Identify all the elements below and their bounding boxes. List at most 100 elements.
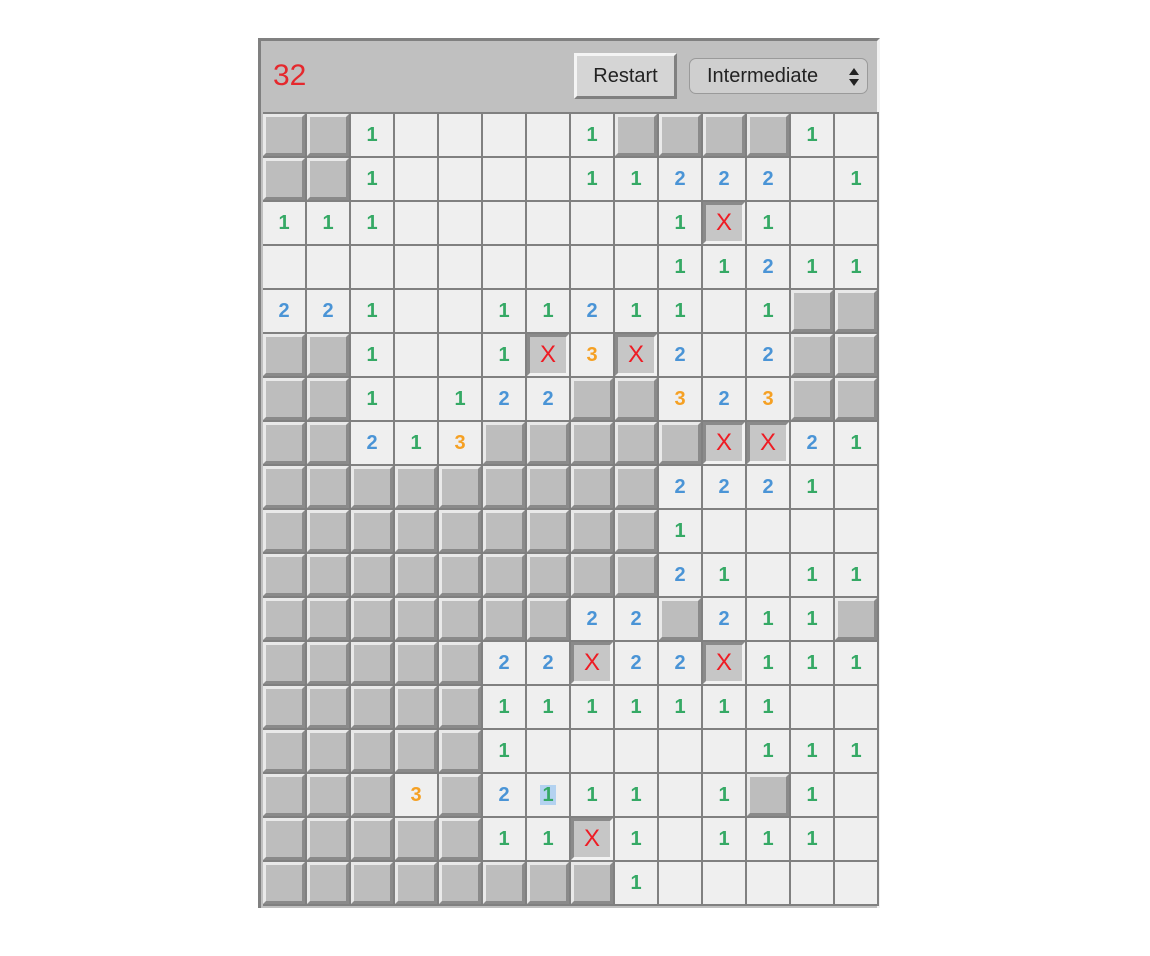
cell-number[interactable]: 1 bbox=[835, 246, 877, 288]
cell-hidden[interactable] bbox=[747, 114, 789, 156]
cell-number[interactable]: 1 bbox=[659, 202, 701, 244]
cell-hidden[interactable] bbox=[351, 774, 393, 816]
cell-hidden[interactable] bbox=[395, 598, 437, 640]
cell-empty[interactable] bbox=[439, 246, 481, 288]
cell-number[interactable]: 2 bbox=[791, 422, 833, 464]
cell-empty[interactable] bbox=[527, 730, 569, 772]
cell-hidden[interactable] bbox=[351, 598, 393, 640]
cell-hidden[interactable] bbox=[351, 554, 393, 596]
cell-number[interactable]: 2 bbox=[527, 378, 569, 420]
cell-hidden[interactable] bbox=[351, 730, 393, 772]
cell-number[interactable]: 2 bbox=[659, 334, 701, 376]
cell-hidden[interactable] bbox=[615, 422, 657, 464]
cell-number[interactable]: 2 bbox=[703, 466, 745, 508]
cell-hidden[interactable] bbox=[527, 598, 569, 640]
cell-hidden[interactable] bbox=[263, 378, 305, 420]
cell-empty[interactable] bbox=[703, 334, 745, 376]
cell-hidden[interactable] bbox=[395, 862, 437, 904]
cell-hidden[interactable] bbox=[615, 554, 657, 596]
cell-number[interactable]: 1 bbox=[615, 774, 657, 816]
cell-number[interactable]: 1 bbox=[351, 334, 393, 376]
cell-number[interactable]: 2 bbox=[351, 422, 393, 464]
cell-hidden[interactable] bbox=[659, 598, 701, 640]
cell-hidden[interactable] bbox=[439, 466, 481, 508]
level-select[interactable]: Intermediate bbox=[689, 58, 868, 94]
cell-number[interactable]: 1 bbox=[659, 510, 701, 552]
cell-empty[interactable] bbox=[483, 114, 525, 156]
cell-hidden[interactable] bbox=[395, 686, 437, 728]
cell-empty[interactable] bbox=[571, 730, 613, 772]
cell-flag[interactable]: X bbox=[571, 818, 613, 860]
cell-empty[interactable] bbox=[615, 730, 657, 772]
cell-number[interactable]: 1 bbox=[483, 818, 525, 860]
cell-empty[interactable] bbox=[791, 686, 833, 728]
cell-hidden[interactable] bbox=[439, 598, 481, 640]
cell-hidden[interactable] bbox=[791, 378, 833, 420]
cell-number[interactable]: 2 bbox=[307, 290, 349, 332]
cell-number[interactable]: 1 bbox=[747, 202, 789, 244]
cell-number[interactable]: 1 bbox=[571, 686, 613, 728]
cell-hidden[interactable] bbox=[263, 598, 305, 640]
cell-number[interactable]: 1 bbox=[791, 114, 833, 156]
cell-number[interactable]: 2 bbox=[703, 378, 745, 420]
cell-hidden[interactable] bbox=[439, 774, 481, 816]
cell-number[interactable]: 1 bbox=[351, 378, 393, 420]
cell-number[interactable]: 2 bbox=[483, 774, 525, 816]
cell-empty[interactable] bbox=[395, 246, 437, 288]
cell-empty[interactable] bbox=[791, 862, 833, 904]
cell-hidden[interactable] bbox=[439, 510, 481, 552]
cell-hidden[interactable] bbox=[263, 510, 305, 552]
cell-hidden[interactable] bbox=[615, 510, 657, 552]
cell-hidden[interactable] bbox=[439, 642, 481, 684]
cell-empty[interactable] bbox=[835, 466, 877, 508]
cell-empty[interactable] bbox=[703, 510, 745, 552]
cell-hidden[interactable] bbox=[351, 642, 393, 684]
cell-hidden[interactable] bbox=[835, 598, 877, 640]
cell-empty[interactable] bbox=[659, 730, 701, 772]
cell-number[interactable]: 1 bbox=[527, 686, 569, 728]
cell-empty[interactable] bbox=[835, 510, 877, 552]
cell-number[interactable]: 1 bbox=[659, 686, 701, 728]
cell-hidden[interactable] bbox=[307, 158, 349, 200]
cell-hidden[interactable] bbox=[307, 466, 349, 508]
cell-empty[interactable] bbox=[395, 158, 437, 200]
cell-number[interactable]: 1 bbox=[791, 554, 833, 596]
cell-number[interactable]: 1 bbox=[835, 642, 877, 684]
cell-empty[interactable] bbox=[483, 202, 525, 244]
cell-flag[interactable]: X bbox=[703, 642, 745, 684]
cell-hidden[interactable] bbox=[395, 642, 437, 684]
cell-hidden[interactable] bbox=[351, 862, 393, 904]
cell-hidden[interactable] bbox=[527, 554, 569, 596]
cell-hidden[interactable] bbox=[395, 554, 437, 596]
cell-hidden[interactable] bbox=[307, 642, 349, 684]
cell-hidden[interactable] bbox=[527, 510, 569, 552]
cell-empty[interactable] bbox=[835, 862, 877, 904]
cell-number[interactable]: 3 bbox=[747, 378, 789, 420]
cell-number[interactable]: 1 bbox=[527, 290, 569, 332]
cell-number[interactable]: 1 bbox=[439, 378, 481, 420]
cell-empty[interactable] bbox=[835, 202, 877, 244]
cell-number[interactable]: 1 bbox=[703, 554, 745, 596]
cell-flag[interactable]: X bbox=[703, 422, 745, 464]
cell-hidden[interactable] bbox=[351, 818, 393, 860]
cell-number[interactable]: 1 bbox=[483, 730, 525, 772]
cell-empty[interactable] bbox=[703, 862, 745, 904]
cell-number[interactable]: 1 bbox=[483, 686, 525, 728]
cell-empty[interactable] bbox=[527, 158, 569, 200]
cell-hidden[interactable] bbox=[307, 510, 349, 552]
cell-number[interactable]: 2 bbox=[571, 598, 613, 640]
cell-empty[interactable] bbox=[835, 818, 877, 860]
cell-number[interactable]: 3 bbox=[659, 378, 701, 420]
cell-number[interactable]: 2 bbox=[659, 554, 701, 596]
cell-number[interactable]: 1 bbox=[791, 818, 833, 860]
restart-button[interactable]: Restart bbox=[574, 53, 677, 99]
cell-number[interactable]: 2 bbox=[571, 290, 613, 332]
cell-hidden[interactable] bbox=[483, 862, 525, 904]
cell-hidden[interactable] bbox=[263, 554, 305, 596]
cell-empty[interactable] bbox=[439, 114, 481, 156]
cell-hidden[interactable] bbox=[439, 862, 481, 904]
cell-number[interactable]: 2 bbox=[747, 466, 789, 508]
cell-hidden[interactable] bbox=[263, 422, 305, 464]
cell-number[interactable]: 2 bbox=[263, 290, 305, 332]
cell-number[interactable]: 1 bbox=[615, 818, 657, 860]
